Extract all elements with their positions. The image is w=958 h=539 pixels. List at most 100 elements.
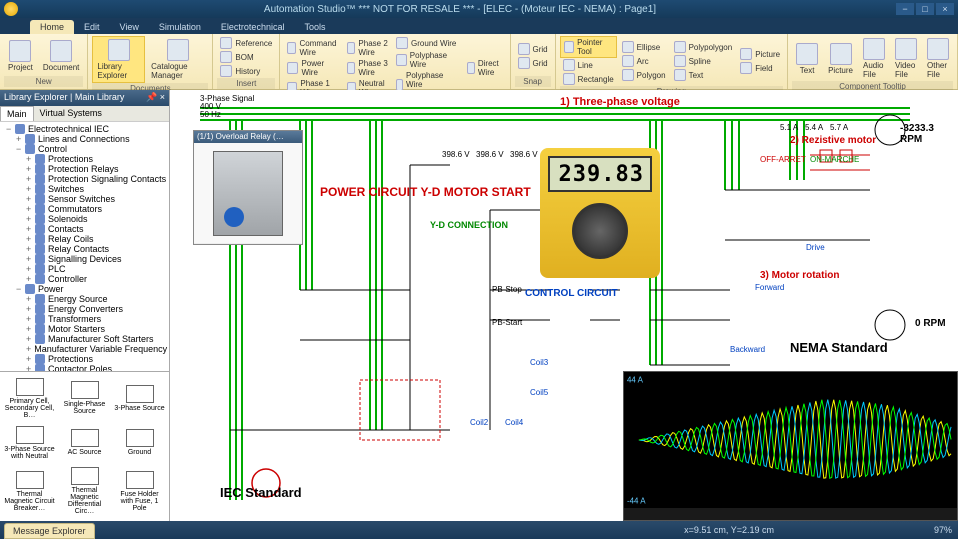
- palette-item[interactable]: Fuse Holder with Fuse, 1 Pole: [112, 464, 167, 519]
- link-coil4[interactable]: Coil4: [505, 418, 523, 427]
- label-pb-stop: PB-Stop: [492, 285, 522, 294]
- meter-dial[interactable]: [572, 203, 628, 259]
- link-coil2[interactable]: Coil2: [470, 418, 488, 427]
- tree-item[interactable]: +Relay Coils: [2, 234, 167, 244]
- multimeter[interactable]: 239.83: [540, 148, 660, 318]
- palette-item[interactable]: Single-Phase Source: [57, 374, 112, 422]
- panel-pin-icon[interactable]: 📌 ×: [146, 92, 165, 104]
- overload-relay-popup[interactable]: (1/1) Overload Relay (…: [193, 130, 303, 245]
- new-document-button[interactable]: Document: [39, 38, 83, 74]
- tree-item[interactable]: +Lines and Connections: [2, 134, 167, 144]
- insert-reference-button[interactable]: Reference: [217, 36, 275, 50]
- polygon-tool-button[interactable]: Polygon: [619, 68, 669, 82]
- ellipse-tool-button[interactable]: Ellipse: [619, 40, 669, 54]
- tree-item[interactable]: −Control: [2, 144, 167, 154]
- palette-item[interactable]: Ground: [112, 422, 167, 463]
- tree-item[interactable]: +Protections: [2, 154, 167, 164]
- direct-wire-button[interactable]: Direct Wire: [464, 58, 506, 78]
- palette-item[interactable]: 3-Phase Source with Neutral: [2, 422, 57, 463]
- tab-tools[interactable]: Tools: [294, 20, 335, 34]
- library-explorer-button[interactable]: Library Explorer: [92, 36, 145, 83]
- insert-history-button[interactable]: History: [217, 64, 275, 78]
- maximize-button[interactable]: □: [916, 3, 934, 15]
- label-yd-connection: Y-D CONNECTION: [430, 220, 508, 230]
- tab-view[interactable]: View: [110, 20, 149, 34]
- library-tab-virtual[interactable]: Virtual Systems: [34, 106, 108, 121]
- line-tool-button[interactable]: Line: [560, 58, 617, 72]
- tree-item[interactable]: +Sensor Switches: [2, 194, 167, 204]
- polyphase-wire-button[interactable]: Polyphase Wire: [393, 50, 462, 70]
- link-forward[interactable]: Forward: [755, 283, 784, 292]
- tooltip-audio-button[interactable]: Audio File: [859, 36, 889, 81]
- link-coil3[interactable]: Coil3: [530, 358, 548, 367]
- snap-grid2-button[interactable]: Grid: [515, 56, 551, 70]
- arc-tool-button[interactable]: Arc: [619, 54, 669, 68]
- insert-bom-button[interactable]: BOM: [217, 50, 275, 64]
- link-backward[interactable]: Backward: [730, 345, 765, 354]
- tree-item[interactable]: +Protection Relays: [2, 164, 167, 174]
- text-tool-button[interactable]: Text: [671, 68, 736, 82]
- pointer-tool-button[interactable]: Pointer Tool: [560, 36, 617, 58]
- tree-item[interactable]: +Signalling Devices: [2, 254, 167, 264]
- status-zoom[interactable]: 97%: [934, 525, 952, 535]
- tree-item[interactable]: +Energy Converters: [2, 304, 167, 314]
- tree-item[interactable]: +Contacts: [2, 224, 167, 234]
- electrotechnical-plotter[interactable]: Electrotechnical Plotter📌 × 44 A -44 A: [623, 371, 958, 521]
- ground-wire-button[interactable]: Ground Wire: [393, 36, 462, 50]
- tree-item[interactable]: +Protections: [2, 354, 167, 364]
- tree-item[interactable]: +Switches: [2, 184, 167, 194]
- tab-edit[interactable]: Edit: [74, 20, 110, 34]
- palette-item[interactable]: Thermal Magnetic Differential Circ…: [57, 464, 112, 519]
- palette-item[interactable]: 3-Phase Source: [112, 374, 167, 422]
- tree-item[interactable]: +Contactor Poles: [2, 364, 167, 371]
- tree-item[interactable]: +Controller: [2, 274, 167, 284]
- tree-item[interactable]: +Commutators: [2, 204, 167, 214]
- svg-text:44 A: 44 A: [627, 375, 644, 384]
- tooltip-other-button[interactable]: Other File: [923, 36, 953, 81]
- palette-item[interactable]: Primary Cell, Secondary Cell, B…: [2, 374, 57, 422]
- catalogue-manager-button[interactable]: Catalogue Manager: [147, 37, 208, 82]
- command-wire-button[interactable]: Command Wire: [284, 38, 342, 58]
- picture-tool-button[interactable]: Picture: [737, 47, 783, 61]
- tree-item[interactable]: +Energy Source: [2, 294, 167, 304]
- tab-home[interactable]: Home: [30, 20, 74, 34]
- spline-tool-button[interactable]: Spline: [671, 54, 736, 68]
- tree-item[interactable]: −Electrotechnical IEC: [2, 124, 167, 134]
- tree-item[interactable]: +Motor Starters: [2, 324, 167, 334]
- power-wire-button[interactable]: Power Wire: [284, 58, 342, 78]
- tooltip-text-button[interactable]: Text: [792, 41, 822, 77]
- link-coil5[interactable]: Coil5: [530, 388, 548, 397]
- value-rpm-negative: -3233.3 RPM: [900, 123, 958, 145]
- snap-grid1-button[interactable]: Grid: [515, 42, 551, 56]
- schematic-canvas[interactable]: 1) Three-phase voltage 2) Rezistive moto…: [170, 90, 958, 521]
- tree-item[interactable]: +Manufacturer Variable Frequency Drives: [2, 344, 167, 354]
- library-tree[interactable]: −Electrotechnical IEC+Lines and Connecti…: [0, 122, 169, 371]
- tree-item[interactable]: +Relay Contacts: [2, 244, 167, 254]
- library-panel-tabs: Main Virtual Systems: [0, 106, 169, 122]
- close-button[interactable]: ×: [936, 3, 954, 15]
- link-drive[interactable]: Drive: [806, 243, 825, 252]
- titlebar: Automation Studio™ *** NOT FOR RESALE **…: [0, 0, 958, 18]
- rectangle-tool-button[interactable]: Rectangle: [560, 72, 617, 86]
- tree-item[interactable]: +PLC: [2, 264, 167, 274]
- tree-item[interactable]: +Transformers: [2, 314, 167, 324]
- polypolygon-tool-button[interactable]: Polypolygon: [671, 40, 736, 54]
- tab-electrotechnical[interactable]: Electrotechnical: [211, 20, 295, 34]
- field-tool-button[interactable]: Field: [737, 61, 783, 75]
- tree-item[interactable]: +Solenoids: [2, 214, 167, 224]
- palette-item[interactable]: Thermal Magnetic Circuit Breaker…: [2, 464, 57, 519]
- minimize-button[interactable]: −: [896, 3, 914, 15]
- new-project-button[interactable]: Project: [4, 38, 37, 74]
- phase3-wire-button[interactable]: Phase 3 Wire: [344, 58, 391, 78]
- tree-item[interactable]: +Protection Signaling Contacts: [2, 174, 167, 184]
- tab-simulation[interactable]: Simulation: [149, 20, 211, 34]
- phase2-wire-button[interactable]: Phase 2 Wire: [344, 38, 391, 58]
- library-tab-main[interactable]: Main: [0, 106, 34, 121]
- value-amps-b: 5.4 A: [805, 123, 823, 132]
- tooltip-picture-button[interactable]: Picture: [824, 41, 857, 77]
- tree-item[interactable]: +Manufacturer Soft Starters: [2, 334, 167, 344]
- tooltip-video-button[interactable]: Video File: [891, 36, 921, 81]
- tree-item[interactable]: −Power: [2, 284, 167, 294]
- message-explorer-tab[interactable]: Message Explorer: [4, 523, 95, 539]
- palette-item[interactable]: AC Source: [57, 422, 112, 463]
